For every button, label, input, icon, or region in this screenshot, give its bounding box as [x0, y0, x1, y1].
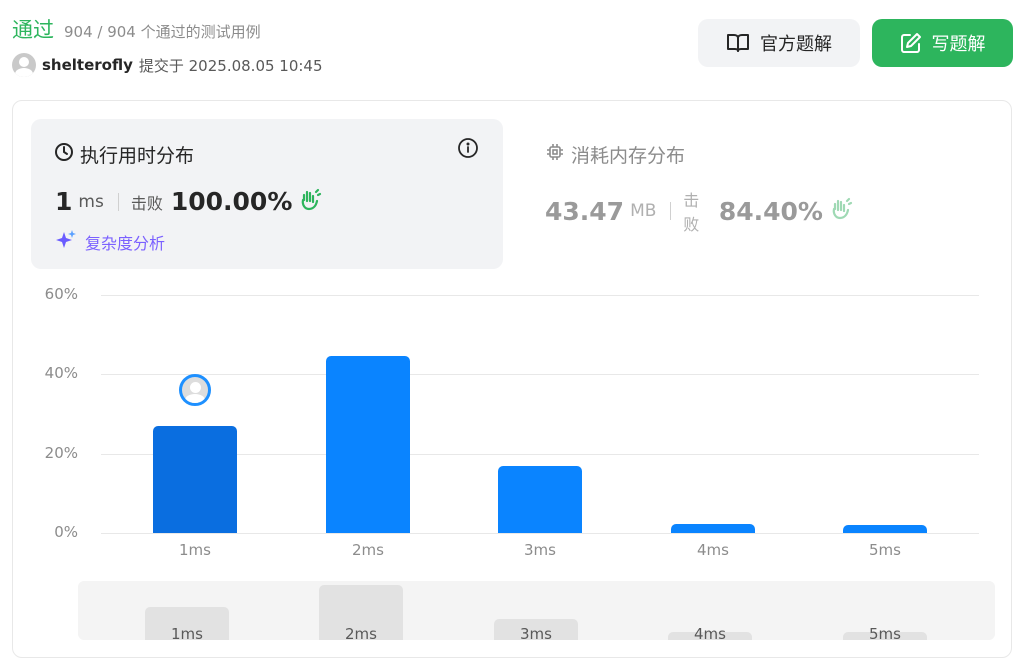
status-accepted: 通过 [12, 18, 54, 42]
divider [117, 192, 119, 211]
your-submission-avatar-marker[interactable] [179, 373, 211, 406]
edit-icon [900, 32, 922, 54]
x-tick-label: 1ms [179, 541, 211, 559]
overview-tick-label: 5ms [869, 625, 901, 640]
y-tick-label: 20% [44, 443, 78, 462]
memory-beat-value: 84.40% [718, 196, 823, 226]
submission-header: 通过 904 / 904 个通过的测试用例 shelterofly 提交于 20… [12, 14, 323, 77]
sparkle-icon [55, 229, 77, 255]
overview-range-selector[interactable]: 1ms 2ms 3ms 4ms 5ms [78, 581, 995, 640]
gridline [101, 374, 979, 376]
testcases-passed: 904 / 904 个通过的测试用例 [64, 23, 261, 41]
complexity-label: 复杂度分析 [85, 234, 166, 253]
overview-tick-label: 1ms [171, 625, 203, 640]
clock-icon [54, 142, 74, 167]
runtime-card[interactable]: 执行用时分布 1 ms 击败 100.00% 复杂度分析 [31, 119, 503, 269]
user-row: shelterofly 提交于 2025.08.05 10:45 [12, 53, 323, 77]
y-tick-label: 40% [44, 364, 78, 383]
write-solution-label: 写题解 [931, 34, 986, 55]
runtime-title: 执行用时分布 [54, 141, 194, 168]
memory-beat-label: 击败 [683, 191, 700, 234]
status-row: 通过 904 / 904 个通过的测试用例 [12, 14, 323, 44]
bar-4ms[interactable] [671, 524, 755, 533]
runtime-value: 1 [55, 187, 73, 216]
x-tick-label: 2ms [352, 541, 384, 559]
overview-tick-label: 2ms [345, 625, 377, 640]
memory-title: 消耗内存分布 [545, 141, 685, 168]
runtime-beat-label: 击败 [130, 193, 163, 213]
runtime-unit: ms [78, 191, 104, 212]
bar-5ms[interactable] [843, 525, 927, 533]
submitted-time: 提交于 2025.08.05 10:45 [138, 56, 323, 75]
memory-value: 43.47 [545, 196, 625, 226]
clap-icon [829, 197, 853, 225]
overview-tick-label: 4ms [694, 625, 726, 640]
gridline [101, 295, 979, 296]
bar-3ms[interactable] [498, 465, 582, 533]
write-solution-button[interactable]: 写题解 [872, 19, 1013, 67]
complexity-analysis-link[interactable]: 复杂度分析 [55, 229, 165, 255]
avatar[interactable] [12, 53, 36, 77]
distribution-panel: 执行用时分布 1 ms 击败 100.00% 复杂度分析 消耗内存分布 43.4… [12, 100, 1012, 658]
memory-title-label: 消耗内存分布 [571, 145, 686, 167]
y-tick-label: 0% [54, 523, 78, 541]
clap-icon [298, 188, 322, 216]
x-tick-label: 3ms [524, 541, 556, 559]
official-solution-label: 官方题解 [760, 34, 832, 55]
chip-icon [545, 142, 565, 167]
memory-card[interactable]: 消耗内存分布 43.47 MB 击败 84.40% [533, 119, 853, 269]
memory-metric: 43.47 MB 击败 84.40% [545, 187, 853, 235]
runtime-metric: 1 ms 击败 100.00% [55, 187, 322, 216]
x-tick-label: 4ms [697, 541, 729, 559]
official-solution-button[interactable]: 官方题解 [698, 19, 860, 67]
runtime-beat-value: 100.00% [170, 187, 293, 216]
gridline [101, 533, 979, 534]
x-tick-label: 5ms [869, 541, 901, 559]
runtime-title-label: 执行用时分布 [80, 145, 195, 167]
y-tick-label: 60% [44, 285, 78, 303]
bar-1ms[interactable] [153, 425, 237, 533]
book-icon [726, 32, 750, 54]
divider [670, 202, 672, 220]
username[interactable]: shelterofly [42, 56, 133, 74]
bar-2ms[interactable] [326, 356, 410, 533]
info-icon[interactable] [457, 137, 479, 163]
overview-tick-label: 3ms [520, 625, 552, 640]
memory-unit: MB [630, 201, 657, 221]
